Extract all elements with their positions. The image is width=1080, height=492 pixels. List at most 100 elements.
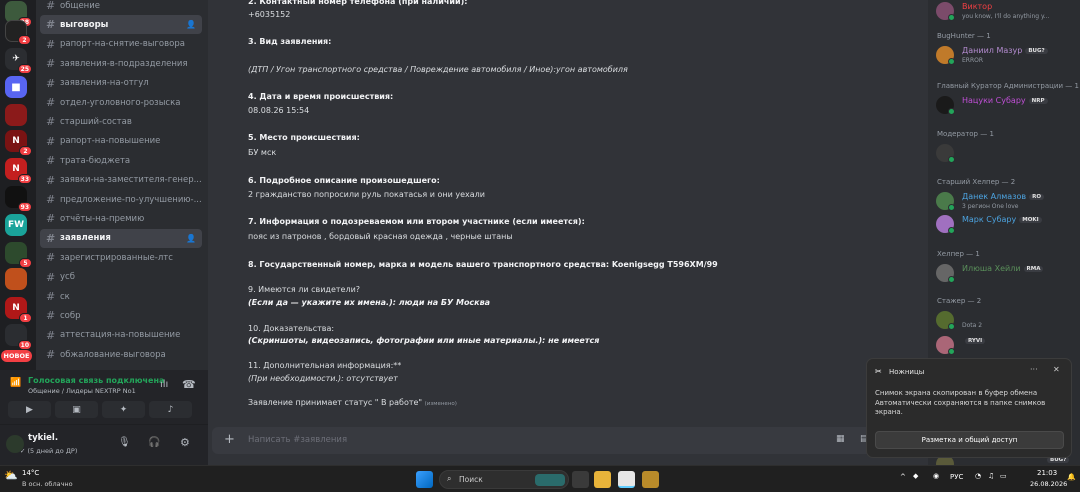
- channel-item[interactable]: # обжалование-выговора: [40, 345, 202, 364]
- battery-icon[interactable]: ▭: [1000, 472, 1007, 480]
- more-icon[interactable]: ···: [1030, 365, 1038, 374]
- file-explorer-icon[interactable]: [594, 471, 611, 488]
- server-icon[interactable]: 93: [5, 186, 32, 212]
- channel-item[interactable]: # ск: [40, 287, 202, 306]
- server-icon[interactable]: 10: [5, 324, 32, 350]
- server-icon[interactable]: FW: [5, 214, 27, 236]
- folder-icon[interactable]: ■: [5, 76, 27, 98]
- chevron-up-icon[interactable]: ^: [900, 473, 906, 481]
- channel-label: заявки-на-заместителя-генер...: [60, 175, 202, 186]
- server-icon[interactable]: 2: [5, 20, 31, 45]
- message-line: (При необходимости.): отсутствует: [248, 374, 398, 383]
- channel-item[interactable]: # зарегистрированные-лтс: [40, 248, 202, 267]
- member-name: Нацуки Субару NRP: [962, 96, 1048, 105]
- server-icon[interactable]: [5, 268, 27, 290]
- channel-item[interactable]: # старший-состав: [40, 112, 202, 131]
- message-line: БУ мск: [248, 148, 277, 157]
- member-item[interactable]: Данек Алмазов RO 3 регион One love: [936, 190, 1076, 214]
- member-item[interactable]: Dota 2: [936, 309, 1076, 333]
- username[interactable]: tykiel.: [28, 433, 58, 443]
- signal-icon[interactable]: 📶: [10, 378, 21, 388]
- mention-badge: 33: [17, 174, 32, 184]
- server-icon[interactable]: [5, 104, 27, 126]
- member-status: 3 регион One love: [962, 203, 1019, 210]
- member-name-text: Марк Субару: [962, 215, 1017, 224]
- channel-item[interactable]: # предложение-по-улучшению-...: [40, 190, 202, 209]
- member-item[interactable]: Илюша Хейли RMA: [936, 262, 1076, 286]
- add-member-icon[interactable]: 👤: [186, 234, 196, 243]
- server-icon[interactable]: 5: [5, 242, 32, 268]
- channel-item[interactable]: # аттестация-на-повышение: [40, 326, 202, 345]
- bell-icon[interactable]: 🔔: [1067, 473, 1076, 481]
- clock-date[interactable]: 26.08.2026: [1030, 480, 1067, 488]
- member-item[interactable]: Нацуки Субару NRP: [936, 94, 1076, 118]
- gift-icon[interactable]: ▦: [836, 434, 845, 444]
- clock-time[interactable]: 21:03: [1037, 469, 1057, 477]
- channel-item[interactable]: # отчёты-на-премию: [40, 209, 202, 228]
- server-icon[interactable]: ✈ 25: [5, 48, 32, 74]
- snipping-tool-taskbar-icon[interactable]: [618, 471, 635, 488]
- taskbar-search[interactable]: ⌕ Поиск: [439, 470, 569, 489]
- member-name: RYVI: [962, 336, 986, 345]
- server-icon[interactable]: N2: [5, 130, 32, 156]
- message-input[interactable]: Написать #заявления: [248, 435, 347, 445]
- gear-icon[interactable]: ⚙: [180, 436, 190, 449]
- channel-item[interactable]: # трата-бюджета: [40, 151, 202, 170]
- member-item[interactable]: Даниил Мазур BUG? ERROR: [936, 44, 1076, 68]
- channel-item[interactable]: # рапорт-на-повышение: [40, 132, 202, 151]
- microphone-icon[interactable]: 🎙: [118, 437, 131, 448]
- new-messages-pill[interactable]: НОВОЕ: [1, 350, 32, 362]
- member-item[interactable]: RYVI: [936, 334, 1076, 358]
- member-item[interactable]: [936, 142, 1076, 166]
- member-item[interactable]: Марк Субару MOKI: [936, 213, 1076, 237]
- snipping-tool-icon: ✂: [875, 367, 882, 376]
- mention-badge: 93: [17, 202, 32, 212]
- guild-tag: NRP: [1028, 98, 1048, 104]
- volume-icon[interactable]: ♫: [988, 472, 994, 480]
- tray-discord-icon[interactable]: ◉: [933, 472, 939, 480]
- mention-badge: 10: [17, 340, 32, 350]
- voice-channel[interactable]: Общение / Лидеры NEXTRP No1: [28, 387, 136, 395]
- add-member-icon[interactable]: 👤: [186, 20, 196, 29]
- camera-button[interactable]: ▶: [8, 401, 51, 418]
- task-view-icon[interactable]: [572, 471, 589, 488]
- channel-item[interactable]: # собр: [40, 306, 202, 325]
- noise-suppression-icon[interactable]: ılı: [160, 379, 168, 390]
- channel-item[interactable]: # рапорт-на-снятие-выговора: [40, 35, 202, 54]
- activity-button[interactable]: ✦: [102, 401, 145, 418]
- server-icon[interactable]: N1: [5, 297, 32, 323]
- member-item[interactable]: Виктор you know, I'll do anything y...: [936, 0, 1076, 24]
- weather-icon[interactable]: ⛅: [4, 469, 18, 482]
- channel-item[interactable]: # отдел-уголовного-розыска: [40, 93, 202, 112]
- app-icon[interactable]: [642, 471, 659, 488]
- channel-item[interactable]: # усб: [40, 268, 202, 287]
- channel-label: отчёты-на-премию: [60, 213, 145, 224]
- channel-label: аттестация-на-повышение: [60, 330, 181, 341]
- screen-share-button[interactable]: ▣: [55, 401, 98, 418]
- online-indicator: [948, 276, 955, 283]
- hash-icon: #: [46, 193, 56, 206]
- channel-item[interactable]: # заявления-в-подразделения: [40, 54, 202, 73]
- tray-app-icon[interactable]: ◆: [913, 472, 918, 480]
- markup-share-button[interactable]: Разметка и общий доступ: [875, 431, 1064, 449]
- channel-item[interactable]: # выговоры 👤: [40, 15, 202, 35]
- message-composer[interactable]: + Написать #заявления ▦ ▤: [212, 427, 924, 454]
- wifi-icon[interactable]: ◔: [975, 472, 981, 480]
- member-group-header: BugHunter — 1: [937, 32, 991, 40]
- channel-item[interactable]: # заявления 👤: [40, 228, 202, 248]
- close-icon[interactable]: ✕: [1053, 365, 1060, 374]
- channel-item[interactable]: # общение: [40, 0, 202, 15]
- plus-icon[interactable]: +: [224, 432, 235, 447]
- member-name-text: Данек Алмазов: [962, 192, 1027, 201]
- windows-start-icon[interactable]: [416, 471, 433, 488]
- headphones-icon[interactable]: 🎧: [148, 437, 160, 448]
- message-line: +6035152: [248, 10, 291, 19]
- disconnect-icon[interactable]: ☎: [182, 378, 196, 391]
- language-indicator[interactable]: РУС: [950, 473, 963, 481]
- toast-text: Автоматически сохраняются в папке снимко…: [875, 398, 1046, 417]
- server-icon[interactable]: N 33: [5, 158, 32, 184]
- channel-item[interactable]: # заявления-на-отгул: [40, 74, 202, 93]
- channel-label: зарегистрированные-лтс: [60, 252, 173, 263]
- channel-item[interactable]: # заявки-на-заместителя-генер...: [40, 171, 202, 190]
- soundboard-button[interactable]: ♪: [149, 401, 192, 418]
